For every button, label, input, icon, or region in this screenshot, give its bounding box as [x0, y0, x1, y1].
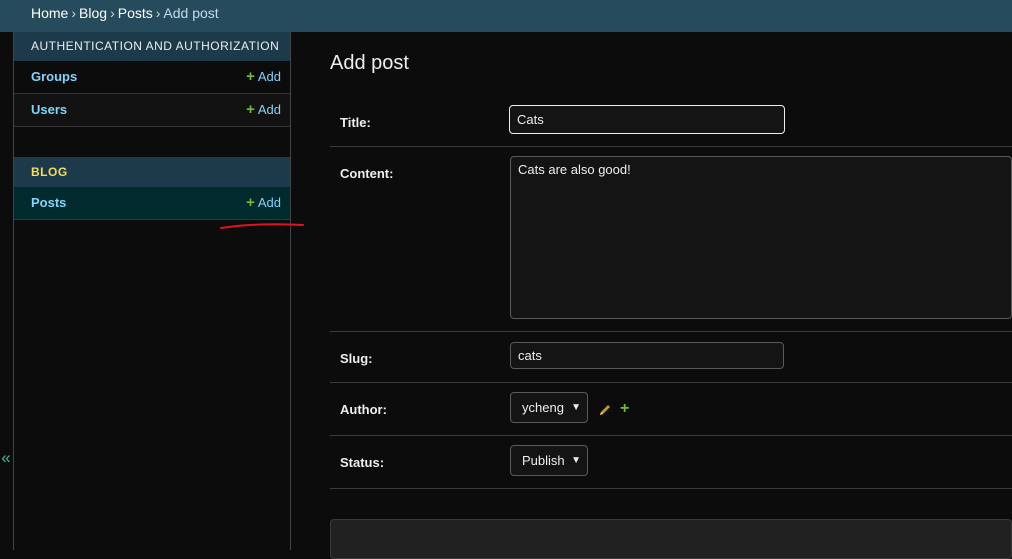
author-select[interactable]: ycheng ▼ — [510, 392, 588, 423]
breadcrumb-posts-link[interactable]: Posts — [118, 5, 153, 21]
submit-row — [330, 519, 1012, 559]
form-row-title: Title: — [330, 96, 1012, 147]
chevron-down-icon: ▼ — [571, 455, 581, 466]
status-label: Status: — [340, 455, 385, 470]
chevron-down-icon: ▼ — [571, 402, 581, 413]
add-label: Add — [257, 69, 281, 84]
page-title: Add post — [330, 52, 409, 74]
module-caption-blog[interactable]: BLOG — [14, 157, 290, 187]
add-label: Add — [257, 102, 281, 117]
posts-add-link[interactable]: + Add — [246, 187, 281, 219]
breadcrumb-blog-link[interactable]: Blog — [79, 5, 107, 21]
plus-icon: + — [246, 194, 255, 211]
sidebar-item-groups-link[interactable]: Groups — [31, 61, 77, 93]
sidebar-item-users: Users + Add — [14, 94, 290, 127]
breadcrumb-separator: › — [71, 5, 77, 21]
author-select-value: ycheng — [522, 400, 564, 415]
red-annotation-underline — [220, 223, 304, 229]
content-textarea[interactable]: Cats are also good! — [510, 156, 1012, 319]
module-gap — [14, 127, 290, 157]
plus-icon: + — [246, 101, 255, 118]
users-add-link[interactable]: + Add — [246, 94, 281, 126]
sidebar: AUTHENTICATION AND AUTHORIZATION Groups … — [14, 32, 291, 550]
plus-icon[interactable]: + — [620, 401, 629, 417]
form-row-status: Status: Publish ▼ — [330, 436, 1012, 489]
module-caption-auth[interactable]: AUTHENTICATION AND AUTHORIZATION — [14, 32, 290, 61]
breadcrumb-separator: › — [110, 5, 115, 21]
add-label: Add — [257, 195, 281, 210]
pencil-icon[interactable] — [598, 403, 612, 417]
status-select-value: Publish — [522, 453, 565, 468]
sidebar-item-posts-link[interactable]: Posts — [31, 187, 66, 219]
content-label: Content: — [340, 166, 394, 181]
status-select[interactable]: Publish ▼ — [510, 445, 588, 476]
form-row-author: Author: ycheng ▼ + — [330, 383, 1012, 436]
form-row-content: Content: Cats are also good! — [330, 147, 1012, 332]
breadcrumb-separator: › — [155, 5, 161, 21]
form-row-slug: Slug: — [330, 332, 1012, 383]
sidebar-item-posts: Posts + Add — [14, 187, 290, 220]
groups-add-link[interactable]: + Add — [246, 61, 281, 93]
main-content: Add post Title: Content: Cats are also g… — [330, 32, 1012, 559]
breadcrumb: Home › Blog › Posts › Add post — [0, 0, 1012, 32]
breadcrumb-current: Add post — [163, 5, 219, 21]
title-input[interactable] — [509, 105, 785, 134]
breadcrumb-home-link[interactable]: Home — [31, 5, 68, 21]
title-label: Title: — [340, 115, 371, 130]
plus-icon: + — [246, 68, 255, 85]
sidebar-item-groups: Groups + Add — [14, 61, 290, 94]
slug-input[interactable] — [510, 342, 784, 369]
sidebar-toggle-button[interactable]: « — [0, 449, 12, 466]
slug-label: Slug: — [340, 351, 373, 366]
author-label: Author: — [340, 402, 387, 417]
sidebar-item-users-link[interactable]: Users — [31, 94, 67, 126]
